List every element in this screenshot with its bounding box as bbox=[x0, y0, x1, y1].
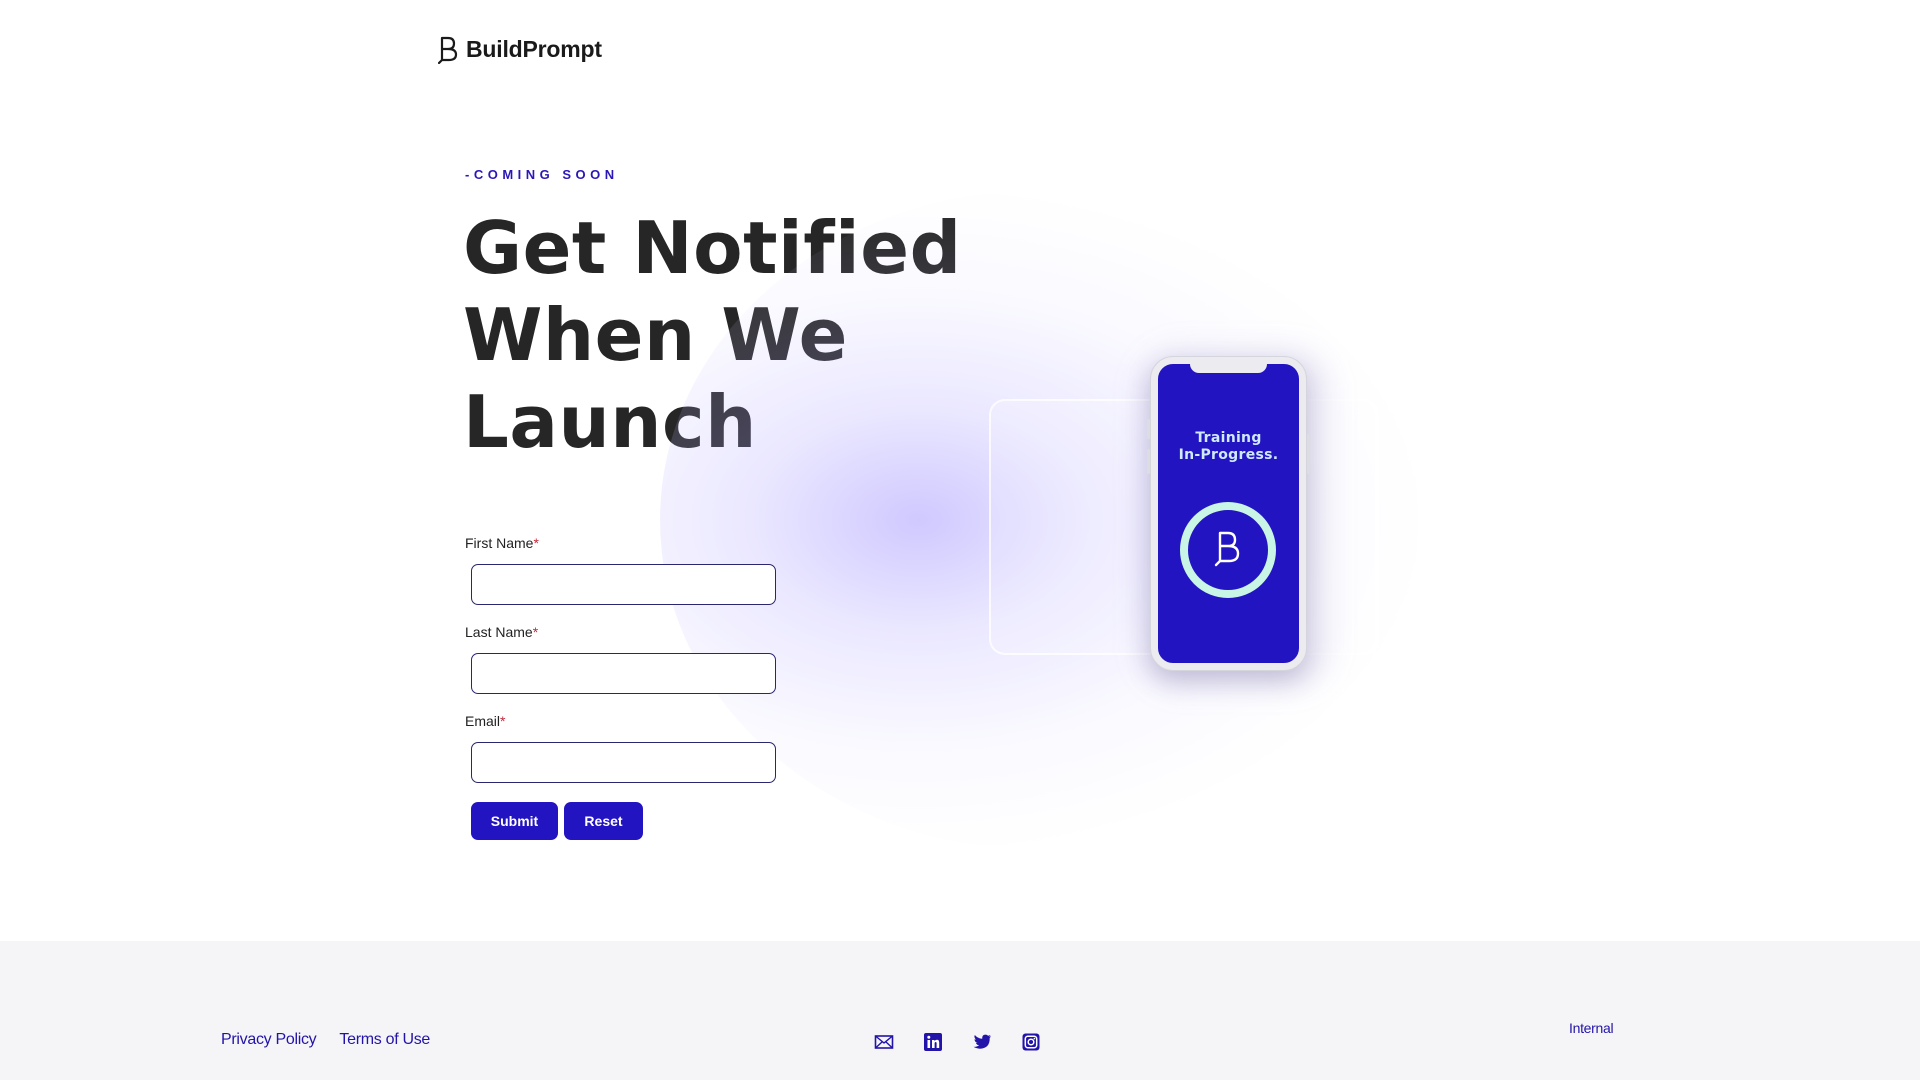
email-label-text: Email bbox=[465, 713, 501, 729]
buildprompt-logo-icon bbox=[438, 36, 458, 64]
social-links bbox=[874, 1032, 1041, 1052]
email-input[interactable] bbox=[471, 742, 776, 783]
first-name-label: First Name* bbox=[465, 535, 805, 552]
brand-logo[interactable]: BuildPrompt bbox=[438, 34, 602, 64]
form-buttons: Submit Reset bbox=[471, 802, 805, 840]
email-label: Email* bbox=[465, 713, 805, 730]
headline-line: Launch bbox=[463, 380, 757, 464]
required-mark: * bbox=[500, 713, 506, 729]
submit-button[interactable]: Submit bbox=[471, 802, 558, 840]
required-mark: * bbox=[532, 624, 539, 640]
phone-side-button bbox=[1307, 434, 1310, 474]
twitter-icon[interactable] bbox=[972, 1032, 992, 1052]
phone-illustration: Training In-Progress. bbox=[1147, 357, 1310, 670]
first-name-input[interactable] bbox=[471, 564, 776, 605]
phone-side-button bbox=[1147, 419, 1150, 439]
headline-line: Get Notified bbox=[463, 206, 962, 290]
internal-link[interactable]: Internal bbox=[1569, 1020, 1614, 1036]
required-mark: * bbox=[533, 535, 539, 551]
privacy-policy-link[interactable]: Privacy Policy bbox=[221, 1031, 317, 1049]
first-name-label-text: First Name bbox=[465, 535, 534, 551]
reset-button[interactable]: Reset bbox=[564, 802, 643, 840]
last-name-label-text: Last Name bbox=[465, 624, 533, 640]
footer: Privacy Policy Terms of Use Internal bbox=[0, 941, 1920, 1080]
last-name-label: Last Name* bbox=[465, 624, 805, 641]
linkedin-icon[interactable] bbox=[923, 1032, 943, 1052]
last-name-input[interactable] bbox=[471, 653, 776, 694]
phone-side-button bbox=[1147, 449, 1150, 474]
phone-status-line: In-Progress. bbox=[1178, 447, 1279, 463]
page-title: Get Notified When We Launch bbox=[463, 205, 1023, 466]
instagram-icon[interactable] bbox=[1021, 1032, 1041, 1052]
progress-ring-logo-icon bbox=[1180, 502, 1276, 598]
phone-notch bbox=[1190, 362, 1267, 373]
mail-icon[interactable] bbox=[874, 1032, 894, 1052]
signup-form: First Name* Last Name* Email* Submit Res… bbox=[465, 535, 805, 840]
terms-of-use-link[interactable]: Terms of Use bbox=[339, 1031, 430, 1049]
headline-line: When We bbox=[463, 293, 849, 377]
phone-status-text: Training In-Progress. bbox=[1158, 430, 1299, 464]
coming-soon-label: -COMING SOON bbox=[465, 167, 619, 182]
brand-name: BuildPrompt bbox=[466, 35, 602, 62]
phone-status-line: Training bbox=[1195, 430, 1262, 446]
footer-links: Privacy Policy Terms of Use bbox=[221, 1031, 430, 1049]
